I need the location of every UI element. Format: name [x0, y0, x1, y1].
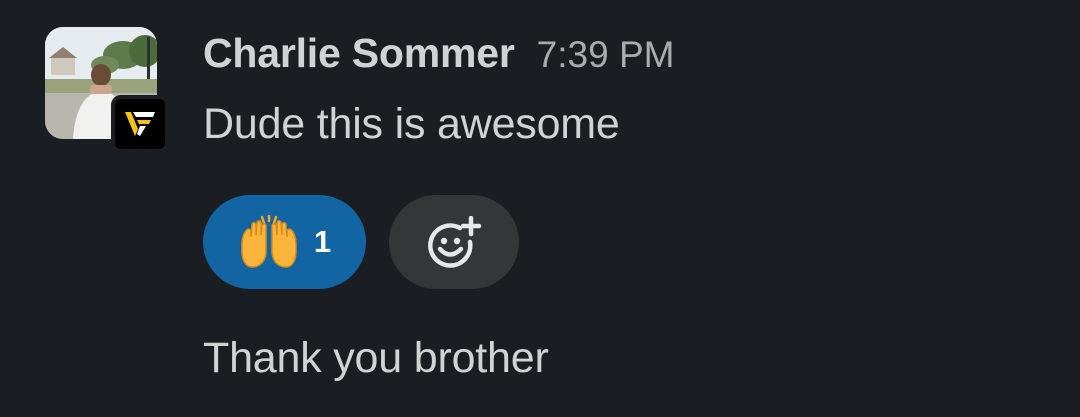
- message-text: Dude this is awesome: [203, 100, 620, 148]
- org-badge: [111, 95, 169, 153]
- reaction-pill-raising-hands[interactable]: 1: [203, 195, 366, 289]
- add-emoji-icon: [428, 216, 482, 268]
- author-name[interactable]: Charlie Sommer: [203, 30, 515, 77]
- reply-message-text: Thank you brother: [203, 334, 549, 382]
- message-timestamp[interactable]: 7:39 PM: [537, 34, 675, 76]
- raising-hands-emoji-icon: [241, 215, 297, 268]
- avatar-group[interactable]: [45, 27, 171, 153]
- message-header: Charlie Sommer 7:39 PM: [203, 30, 674, 80]
- vf-logo-badge-icon: [125, 112, 155, 136]
- message-container: Charlie Sommer 7:39 PM Dude this is awes…: [0, 0, 1080, 417]
- reaction-bar: 1: [203, 195, 519, 289]
- add-reaction-button[interactable]: [389, 195, 519, 289]
- reaction-count: 1: [313, 224, 332, 259]
